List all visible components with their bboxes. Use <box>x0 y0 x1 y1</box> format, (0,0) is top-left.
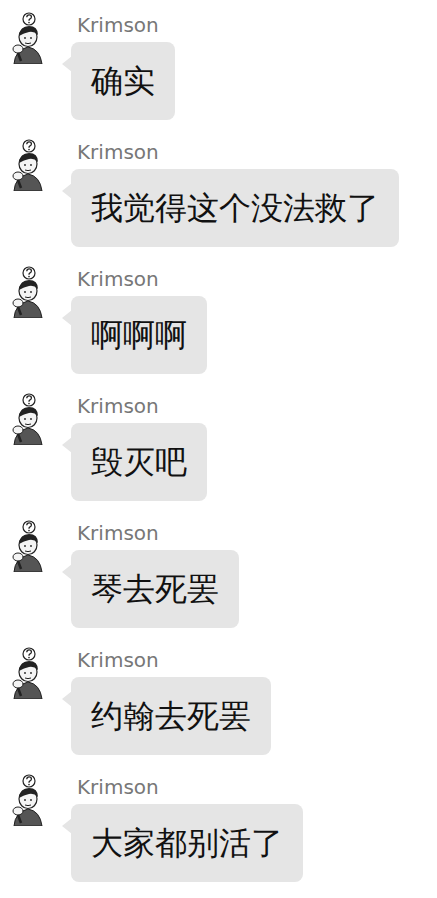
message-bubble[interactable]: 大家都别活了 <box>71 804 303 882</box>
message-row: Krimson 琴去死罢 <box>8 508 437 635</box>
sender-name: Krimson <box>77 647 159 673</box>
message-content: Krimson 啊啊啊 <box>71 266 207 374</box>
message-content: Krimson 确实 <box>71 12 175 120</box>
sender-name: Krimson <box>77 774 159 800</box>
message-bubble[interactable]: 毁灭吧 <box>71 423 207 501</box>
thinking-person-icon[interactable] <box>8 393 46 445</box>
thinking-person-icon[interactable] <box>8 12 46 64</box>
message-content: Krimson 我觉得这个没法救了 <box>71 139 399 247</box>
message-bubble[interactable]: 我觉得这个没法救了 <box>71 169 399 247</box>
sender-name: Krimson <box>77 393 159 419</box>
thinking-person-icon[interactable] <box>8 520 46 572</box>
message-bubble[interactable]: 约翰去死罢 <box>71 677 271 755</box>
message-row: Krimson 我觉得这个没法救了 <box>8 127 437 254</box>
chat-log: Krimson 确实 Krimson 我觉得这个没法救了 Krimson 啊啊啊… <box>0 0 437 889</box>
message-content: Krimson 约翰去死罢 <box>71 647 271 755</box>
message-bubble[interactable]: 确实 <box>71 42 175 120</box>
message-content: Krimson 琴去死罢 <box>71 520 239 628</box>
message-content: Krimson 大家都别活了 <box>71 774 303 882</box>
message-row: Krimson 啊啊啊 <box>8 254 437 381</box>
message-row: Krimson 大家都别活了 <box>8 762 437 889</box>
thinking-person-icon[interactable] <box>8 266 46 318</box>
sender-name: Krimson <box>77 266 159 292</box>
thinking-person-icon[interactable] <box>8 139 46 191</box>
message-row: Krimson 毁灭吧 <box>8 381 437 508</box>
thinking-person-icon[interactable] <box>8 647 46 699</box>
thinking-person-icon[interactable] <box>8 774 46 826</box>
sender-name: Krimson <box>77 12 159 38</box>
message-row: Krimson 确实 <box>8 0 437 127</box>
message-row: Krimson 约翰去死罢 <box>8 635 437 762</box>
message-bubble[interactable]: 琴去死罢 <box>71 550 239 628</box>
message-content: Krimson 毁灭吧 <box>71 393 207 501</box>
sender-name: Krimson <box>77 139 159 165</box>
sender-name: Krimson <box>77 520 159 546</box>
message-bubble[interactable]: 啊啊啊 <box>71 296 207 374</box>
